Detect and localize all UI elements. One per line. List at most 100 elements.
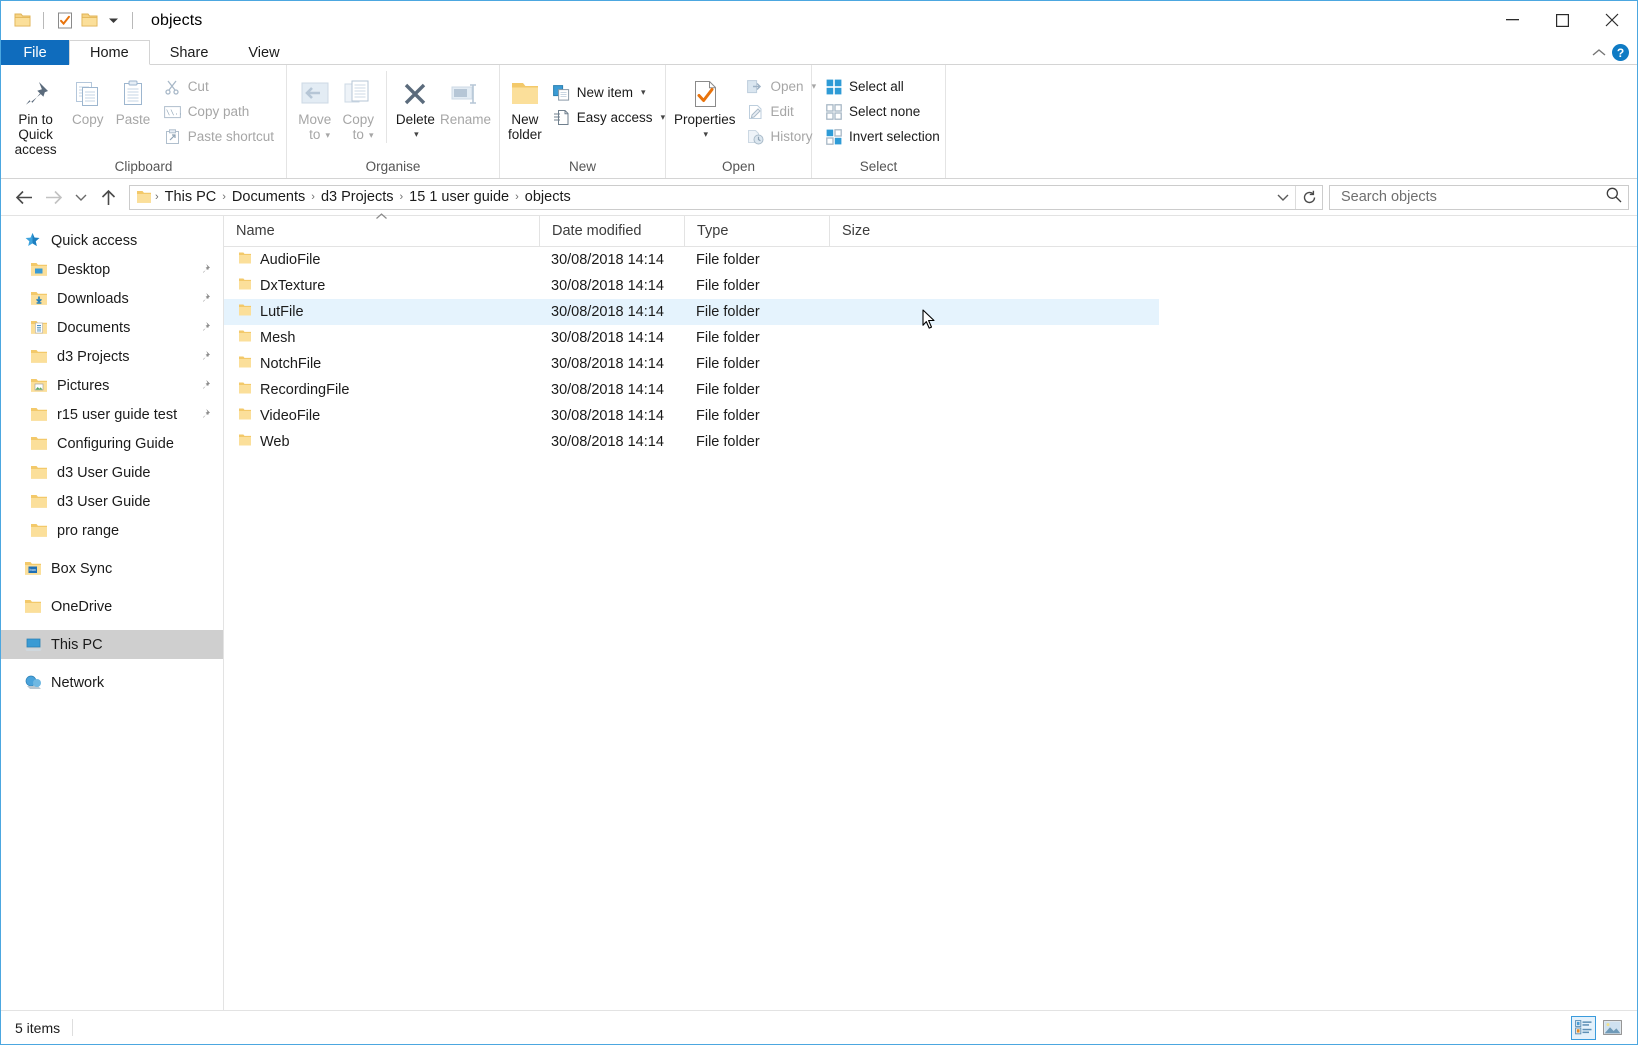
copy-button[interactable]: Copy xyxy=(66,71,109,127)
sidebar-item-d3-user-guide-2[interactable]: d3 User Guide xyxy=(1,487,223,516)
up-icon[interactable] xyxy=(93,182,123,212)
table-row[interactable]: Web 30/08/2018 14:14 File folder xyxy=(224,429,1637,455)
large-icons-view-button[interactable] xyxy=(1600,1016,1625,1040)
sidebar-item-documents[interactable]: Documents xyxy=(1,313,223,342)
sidebar-item-quick-access[interactable]: Quick access xyxy=(1,226,223,255)
history-button[interactable]: History xyxy=(740,124,823,149)
new-small-buttons: New item ▾ Easy access ▾ xyxy=(546,71,671,130)
forward-icon[interactable] xyxy=(39,182,69,212)
easy-access-caret-icon[interactable]: ▾ xyxy=(661,112,666,123)
sidebar-item-d3-user-guide-1[interactable]: d3 User Guide xyxy=(1,458,223,487)
paste-label: Paste xyxy=(116,112,151,127)
new-folder-button[interactable]: New folder xyxy=(506,71,544,142)
file-type-cell: File folder xyxy=(684,330,829,346)
pin-to-quick-access-button[interactable]: Pin to Quick access xyxy=(7,71,64,157)
new-folder-icon[interactable] xyxy=(77,8,102,33)
properties-check-icon[interactable] xyxy=(52,8,77,33)
folder-icon[interactable] xyxy=(10,8,35,33)
properties-button[interactable]: Properties ▾ xyxy=(672,71,738,142)
table-row[interactable]: VideoFile 30/08/2018 14:14 File folder xyxy=(224,403,1637,429)
breadcrumb-bar[interactable]: › This PC › Documents › d3 Projects › 15… xyxy=(129,185,1323,210)
move-to-button[interactable]: Move to ▾ xyxy=(293,71,337,143)
copy-to-caret-icon[interactable]: ▾ xyxy=(369,128,374,143)
table-row[interactable]: RecordingFile 30/08/2018 14:14 File fold… xyxy=(224,377,1637,403)
paste-shortcut-button[interactable]: Paste shortcut xyxy=(157,124,280,149)
search-icon[interactable] xyxy=(1606,187,1622,207)
breadcrumb-folder-icon[interactable] xyxy=(136,190,154,204)
sidebar-item-downloads[interactable]: Downloads xyxy=(1,284,223,313)
open-button[interactable]: Open ▾ xyxy=(740,74,823,99)
history-icon xyxy=(746,127,765,146)
customize-caret-icon[interactable] xyxy=(102,8,124,33)
column-header-size[interactable]: Size xyxy=(829,216,927,246)
sidebar-item-configuring-guide[interactable]: Configuring Guide xyxy=(1,429,223,458)
sidebar-item-pro-range[interactable]: pro range xyxy=(1,516,223,545)
tab-file[interactable]: File xyxy=(1,40,69,65)
column-header-type[interactable]: Type xyxy=(684,216,829,246)
easy-access-button[interactable]: Easy access ▾ xyxy=(546,105,671,130)
rename-button[interactable]: Rename xyxy=(438,71,493,127)
new-item-button[interactable]: New item ▾ xyxy=(546,80,671,105)
breadcrumb-item-documents[interactable]: Documents xyxy=(227,189,310,205)
table-row[interactable]: DxTexture 30/08/2018 14:14 File folder xyxy=(224,273,1637,299)
sidebar-item-label: Downloads xyxy=(57,291,129,307)
column-header-name[interactable]: Name xyxy=(224,216,539,246)
paste-button[interactable]: Paste xyxy=(111,71,154,127)
delete-caret-icon[interactable]: ▾ xyxy=(414,127,419,142)
pin-icon[interactable] xyxy=(199,350,211,366)
new-item-caret-icon[interactable]: ▾ xyxy=(641,87,646,98)
sidebar-item-this-pc[interactable]: This PC xyxy=(1,630,223,659)
table-row[interactable]: LutFile 30/08/2018 14:14 File folder xyxy=(224,299,1159,325)
breadcrumb-item-15-1-user-guide[interactable]: 15 1 user guide xyxy=(404,189,514,205)
cut-button[interactable]: Cut xyxy=(157,74,280,99)
collapse-ribbon-icon[interactable] xyxy=(1592,44,1606,61)
file-name-label: VideoFile xyxy=(260,408,320,424)
copy-to-button[interactable]: Copy to ▾ xyxy=(337,71,381,143)
move-to-caret-icon[interactable]: ▾ xyxy=(326,128,331,143)
chevron-down-icon[interactable] xyxy=(1271,186,1295,209)
tab-share[interactable]: Share xyxy=(150,40,229,65)
select-all-button[interactable]: Select all xyxy=(818,74,946,99)
refresh-icon[interactable] xyxy=(1295,186,1322,209)
breadcrumb-item-objects[interactable]: objects xyxy=(520,189,576,205)
minimize-button[interactable] xyxy=(1487,1,1537,39)
sidebar-item-d3-projects[interactable]: d3 Projects xyxy=(1,342,223,371)
close-button[interactable] xyxy=(1587,1,1637,39)
edit-button[interactable]: Edit xyxy=(740,99,823,124)
select-none-button[interactable]: Select none xyxy=(818,99,946,124)
pin-icon[interactable] xyxy=(199,263,211,279)
sidebar-item-pictures[interactable]: Pictures xyxy=(1,371,223,400)
sidebar-item-box-sync[interactable]: box Box Sync xyxy=(1,554,223,583)
recent-locations-icon[interactable] xyxy=(69,182,93,212)
details-view-button[interactable] xyxy=(1571,1016,1596,1040)
file-name-label: Mesh xyxy=(260,330,295,346)
maximize-button[interactable] xyxy=(1537,1,1587,39)
properties-caret-icon[interactable]: ▾ xyxy=(704,127,709,142)
sidebar-item-onedrive[interactable]: OneDrive xyxy=(1,592,223,621)
breadcrumb-item-this-pc[interactable]: This PC xyxy=(160,189,222,205)
new-folder-icon xyxy=(509,75,541,109)
back-icon[interactable] xyxy=(9,182,39,212)
pin-icon[interactable] xyxy=(199,321,211,337)
pin-icon[interactable] xyxy=(199,379,211,395)
delete-button[interactable]: Delete ▾ xyxy=(393,71,438,142)
tab-view[interactable]: View xyxy=(228,40,299,65)
copy-path-button[interactable]: \\.. Copy path xyxy=(157,99,280,124)
help-button[interactable]: ? xyxy=(1612,44,1629,61)
table-row[interactable]: AudioFile 30/08/2018 14:14 File folder xyxy=(224,247,1637,273)
breadcrumb-item-d3-projects[interactable]: d3 Projects xyxy=(316,189,399,205)
column-header-date-modified[interactable]: Date modified xyxy=(539,216,684,246)
file-name-cell: NotchFile xyxy=(224,355,539,373)
sidebar-item-network[interactable]: Network xyxy=(1,668,223,697)
search-input[interactable] xyxy=(1339,188,1606,206)
pin-icon[interactable] xyxy=(199,292,211,308)
sidebar-item-r15-user-guide-test[interactable]: r15 user guide test xyxy=(1,400,223,429)
sidebar-item-desktop[interactable]: Desktop xyxy=(1,255,223,284)
table-row[interactable]: Mesh 30/08/2018 14:14 File folder xyxy=(224,325,1637,351)
table-row[interactable]: NotchFile 30/08/2018 14:14 File folder xyxy=(224,351,1637,377)
search-box[interactable] xyxy=(1329,185,1629,210)
navigation-pane[interactable]: Quick access Desktop Downloads xyxy=(1,216,224,1010)
pin-icon[interactable] xyxy=(199,408,211,424)
tab-home[interactable]: Home xyxy=(69,40,150,65)
invert-selection-button[interactable]: Invert selection xyxy=(818,124,946,149)
